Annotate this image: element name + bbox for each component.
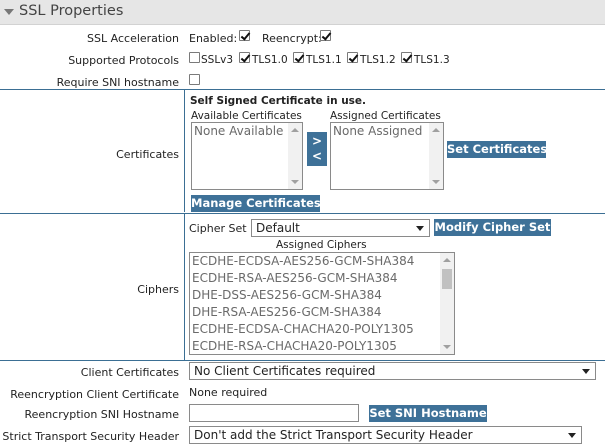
chevron-down-icon xyxy=(416,226,424,231)
scroll-down-icon[interactable] xyxy=(291,180,299,184)
scroll-up-icon[interactable] xyxy=(443,258,451,262)
strict-transport-label: Strict Transport Security Header xyxy=(2,430,179,443)
chevron-down-icon xyxy=(582,369,590,374)
cipher-item[interactable]: ECDHE-ECDSA-AES256-GCM-SHA384 xyxy=(190,253,454,270)
supported-protocols-label: Supported Protocols xyxy=(68,54,179,67)
tls13-checkbox[interactable] xyxy=(401,52,412,63)
cipher-item[interactable]: ECDHE-RSA-CHACHA20-POLY1305 xyxy=(190,338,454,354)
tls10-checkbox[interactable] xyxy=(239,52,250,63)
cipher-item[interactable]: DHE-DSS-AES256-GCM-SHA384 xyxy=(190,287,454,304)
certificate-status-text: Self Signed Certificate in use. xyxy=(190,95,367,107)
client-certificates-value: No Client Certificates required xyxy=(194,364,376,378)
section-header[interactable]: SSL Properties xyxy=(0,0,605,25)
divider xyxy=(0,360,605,361)
strict-transport-value: Don't add the Strict Transport Security … xyxy=(194,428,473,442)
tls11-label: TLS1.1 xyxy=(306,54,342,66)
ciphers-label: Ciphers xyxy=(137,283,179,296)
strict-transport-select[interactable]: Don't add the Strict Transport Security … xyxy=(189,426,582,444)
cipher-set-value: Default xyxy=(256,221,300,235)
section-title: SSL Properties xyxy=(19,3,124,19)
cipher-item[interactable]: ECDHE-RSA-AES256-GCM-SHA384 xyxy=(190,270,454,287)
tls12-checkbox[interactable] xyxy=(347,52,358,63)
client-certificates-select[interactable]: No Client Certificates required xyxy=(189,362,596,380)
assigned-ciphers-label: Assigned Ciphers xyxy=(276,239,367,251)
tls10-label: TLS1.0 xyxy=(252,54,288,66)
tls13-label: TLS1.3 xyxy=(414,54,450,66)
reencryption-client-certificate-value: None required xyxy=(189,386,268,399)
enabled-label: Enabled: xyxy=(189,32,238,45)
chevron-down-icon xyxy=(568,433,576,438)
scrollbar[interactable] xyxy=(429,123,443,189)
move-left-label: < xyxy=(311,149,323,163)
cipher-set-label: Cipher Set xyxy=(189,222,247,235)
enabled-checkbox[interactable] xyxy=(239,30,250,41)
scrollbar[interactable] xyxy=(288,123,302,189)
scroll-up-icon[interactable] xyxy=(291,128,299,132)
ssl-acceleration-label: SSL Acceleration xyxy=(87,32,179,45)
scrollbar[interactable] xyxy=(440,253,454,354)
assigned-certificates-list[interactable]: None Assigned xyxy=(330,122,444,190)
tls11-checkbox[interactable] xyxy=(293,52,304,63)
cipher-item[interactable]: DHE-RSA-AES256-GCM-SHA384 xyxy=(190,304,454,321)
manage-certificates-button[interactable]: Manage Certificates xyxy=(191,195,321,212)
divider xyxy=(0,89,605,90)
sslv3-label: SSLv3 xyxy=(201,54,234,66)
move-right-label: > xyxy=(311,134,323,148)
available-certificates-label: Available Certificates xyxy=(191,110,302,122)
client-certificates-label: Client Certificates xyxy=(80,366,179,379)
cipher-item[interactable]: ECDHE-ECDSA-CHACHA20-POLY1305 xyxy=(190,321,454,338)
reencryption-client-certificate-label: Reencryption Client Certificate xyxy=(10,388,179,401)
tls12-label: TLS1.2 xyxy=(360,54,396,66)
modify-cipher-set-button[interactable]: Modify Cipher Set xyxy=(434,219,551,236)
assigned-ciphers-list[interactable]: ECDHE-ECDSA-AES256-GCM-SHA384 ECDHE-RSA-… xyxy=(189,252,455,355)
scroll-down-icon[interactable] xyxy=(443,345,451,349)
set-sni-hostname-button[interactable]: Set SNI Hostname xyxy=(369,405,487,422)
set-certificates-button[interactable]: Set Certificates xyxy=(447,141,547,158)
certificates-label: Certificates xyxy=(116,148,179,161)
require-sni-checkbox[interactable] xyxy=(189,74,200,85)
list-item[interactable]: None Assigned xyxy=(331,123,443,140)
collapse-triangle-icon[interactable] xyxy=(4,9,14,15)
reencryption-sni-label: Reencryption SNI Hostname xyxy=(24,408,179,421)
reencrypt-checkbox[interactable] xyxy=(320,30,331,41)
scrollbar-thumb[interactable] xyxy=(442,269,452,289)
column-divider xyxy=(184,90,185,212)
cipher-set-select[interactable]: Default xyxy=(251,219,430,237)
scroll-down-icon[interactable] xyxy=(432,180,440,184)
assigned-certificates-label: Assigned Certificates xyxy=(330,110,441,122)
reencrypt-label: Reencrypt: xyxy=(262,32,322,45)
require-sni-label: Require SNI hostname xyxy=(56,76,179,89)
scroll-up-icon[interactable] xyxy=(432,128,440,132)
divider xyxy=(0,213,605,214)
available-certificates-list[interactable]: None Available xyxy=(191,122,303,190)
move-certificates-button[interactable]: > < xyxy=(307,132,327,166)
sslv3-checkbox[interactable] xyxy=(189,52,200,63)
list-item[interactable]: None Available xyxy=(192,123,302,140)
reencryption-sni-input[interactable] xyxy=(189,404,359,422)
column-divider xyxy=(184,214,185,360)
